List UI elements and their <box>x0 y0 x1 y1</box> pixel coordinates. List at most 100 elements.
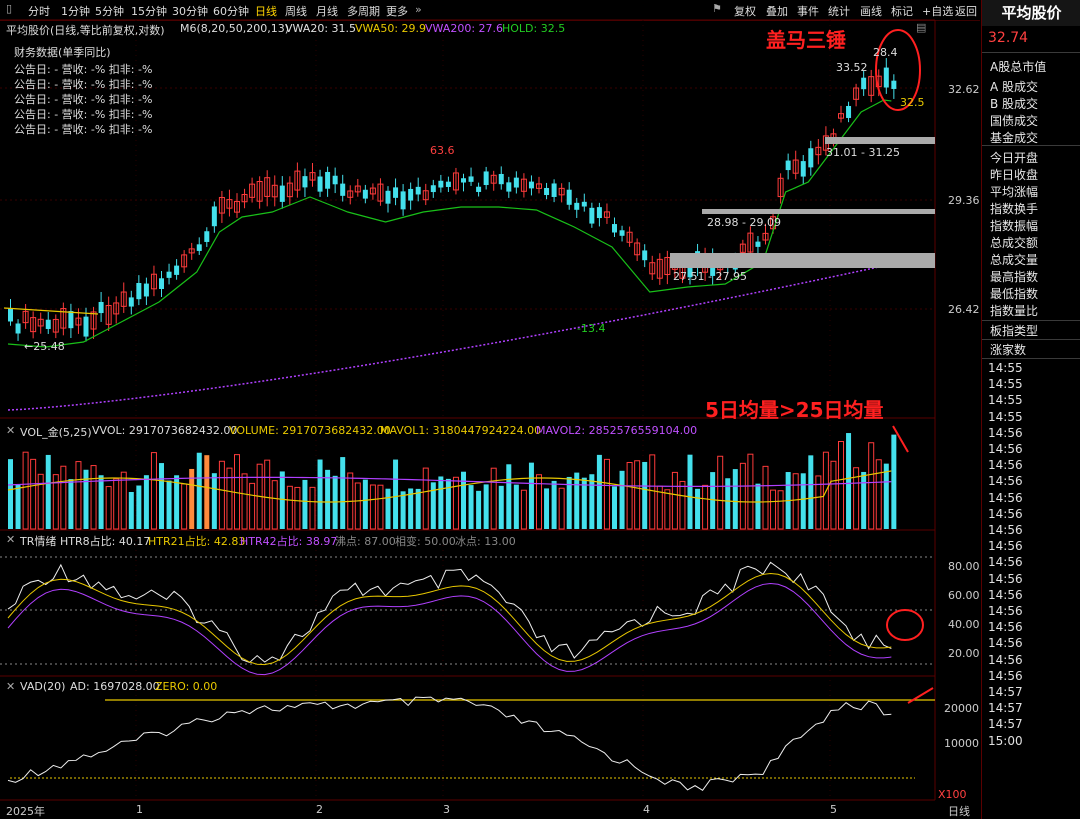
candle-body <box>438 180 444 188</box>
volume-bar <box>400 491 406 529</box>
volume-bar <box>506 464 512 529</box>
vwa20-value: VWA20: 31.5 <box>285 22 357 35</box>
candle-body <box>483 171 489 186</box>
candle-body <box>883 67 889 88</box>
volume-bar <box>385 488 391 529</box>
tr-axis-label: 20.00 <box>948 647 980 660</box>
side-panel-item[interactable]: B 股成交 <box>990 95 1038 112</box>
vad-indicator-name: VAD(20) <box>20 680 66 693</box>
vad-axis-label: 20000 <box>944 702 979 715</box>
htr8-value: HTR8占比: 40.17 <box>60 535 151 548</box>
financial-row: 公告日: - 营收: -% 扣非: -% <box>14 93 153 106</box>
trade-time: 14:56 <box>988 458 1023 473</box>
candle-body <box>136 282 142 300</box>
volume-bar <box>513 484 519 529</box>
volume-bar <box>128 491 134 529</box>
candle-body <box>279 185 285 202</box>
volume-bar <box>528 462 534 529</box>
tr-axis-label: 40.00 <box>948 618 980 631</box>
x-axis-label: 2 <box>316 803 323 816</box>
zone-label: 31.01 - 31.25 <box>826 146 900 159</box>
panel-menu-icon[interactable]: ▤ <box>916 21 926 34</box>
volume-bar <box>687 454 693 529</box>
candle-body <box>159 278 164 289</box>
candle-body <box>528 181 534 189</box>
volume-bar <box>218 460 225 530</box>
volume-bar <box>430 482 436 529</box>
volume-bar <box>264 459 271 530</box>
support-zone <box>825 137 935 144</box>
candle-body <box>143 283 149 297</box>
tr-axis-label: 60.00 <box>948 589 980 602</box>
trade-time: 14:56 <box>988 555 1023 570</box>
candle-body <box>98 301 104 314</box>
boil-value: 沸点: 87.00 <box>335 535 396 548</box>
candle-body <box>325 171 331 189</box>
candle-body <box>204 231 210 242</box>
candle-body <box>513 177 519 188</box>
side-panel-item[interactable]: 最低指数 <box>990 285 1038 302</box>
candle-body <box>574 202 580 210</box>
hold-label: 32.5 <box>900 96 925 109</box>
trade-time: 14:56 <box>988 636 1023 651</box>
volume-bar <box>286 485 293 530</box>
side-panel-item[interactable]: 总成交量 <box>990 251 1038 268</box>
side-panel-item[interactable]: 平均涨幅 <box>990 183 1038 200</box>
side-panel-item[interactable]: 昨日收盘 <box>990 166 1038 183</box>
x-axis-label: 3 <box>443 803 450 816</box>
volume-bar <box>136 485 142 529</box>
side-panel-item[interactable]: 指数振幅 <box>990 217 1038 234</box>
volume-bar <box>438 476 444 529</box>
volume-bar <box>45 454 51 529</box>
side-panel-item[interactable]: A股总市值 <box>990 58 1046 75</box>
vad-line <box>7 696 892 792</box>
side-panel-item[interactable]: 国债成交 <box>990 112 1038 129</box>
mavol1-value: MAVOL1: 3180447924224.00 <box>380 424 542 437</box>
price-axis-label: 29.36 <box>948 194 980 207</box>
side-panel-item[interactable]: 涨家数 <box>990 341 1026 358</box>
trade-time: 14:56 <box>988 490 1023 505</box>
volume-bar <box>181 483 188 530</box>
zone-label: 27.51 - 27.95 <box>673 270 747 283</box>
side-panel-item[interactable]: 总成交额 <box>990 234 1038 251</box>
side-panel-item[interactable]: 今日开盘 <box>990 149 1038 166</box>
support-zone <box>670 253 935 268</box>
trade-time: 14:56 <box>988 668 1023 683</box>
side-panel-item[interactable]: 基金成交 <box>990 129 1038 146</box>
vad-collapse-icon[interactable]: ✕ <box>6 680 15 693</box>
volume-bar <box>483 484 489 529</box>
candle-body <box>566 189 572 205</box>
volume-bar <box>626 462 633 530</box>
candle-body <box>581 201 587 207</box>
volume-bar <box>717 455 724 530</box>
volume-bar <box>490 467 497 530</box>
side-panel-item[interactable]: 板指类型 <box>990 322 1038 339</box>
candle-body <box>83 316 89 337</box>
financial-row: 公告日: - 营收: -% 扣非: -% <box>14 108 153 121</box>
candle-body <box>498 173 504 185</box>
volume-bar <box>150 452 157 530</box>
side-panel-item[interactable]: 指数量比 <box>990 302 1038 319</box>
side-panel-item[interactable]: A 股成交 <box>990 78 1038 95</box>
vol-indicator-name: VOL_金(5,25) <box>20 426 92 439</box>
side-panel-item[interactable]: 指数换手 <box>990 200 1038 217</box>
side-panel-item[interactable]: 最高指数 <box>990 268 1038 285</box>
zone-label: 28.98 - 29.09 <box>707 216 781 229</box>
candle-body <box>785 160 791 171</box>
trade-time: 14:56 <box>988 652 1023 667</box>
mavol2-value: MAVOL2: 2852576559104.00 <box>536 424 698 437</box>
side-panel-title: 平均股价 <box>982 0 1080 26</box>
volume-bar <box>60 465 67 530</box>
volume-collapse-icon[interactable]: ✕ <box>6 424 15 437</box>
volume-bar <box>649 454 656 530</box>
volume-bar <box>369 484 376 530</box>
candle-body <box>891 80 897 89</box>
trade-time: 14:55 <box>988 377 1023 392</box>
volume-bar <box>574 472 580 529</box>
tr-collapse-icon[interactable]: ✕ <box>6 533 15 546</box>
volume-bar <box>166 480 172 529</box>
volume-bar <box>98 475 104 529</box>
candle-body <box>196 244 202 251</box>
candle-body <box>400 191 406 210</box>
volume-bar <box>302 479 308 529</box>
